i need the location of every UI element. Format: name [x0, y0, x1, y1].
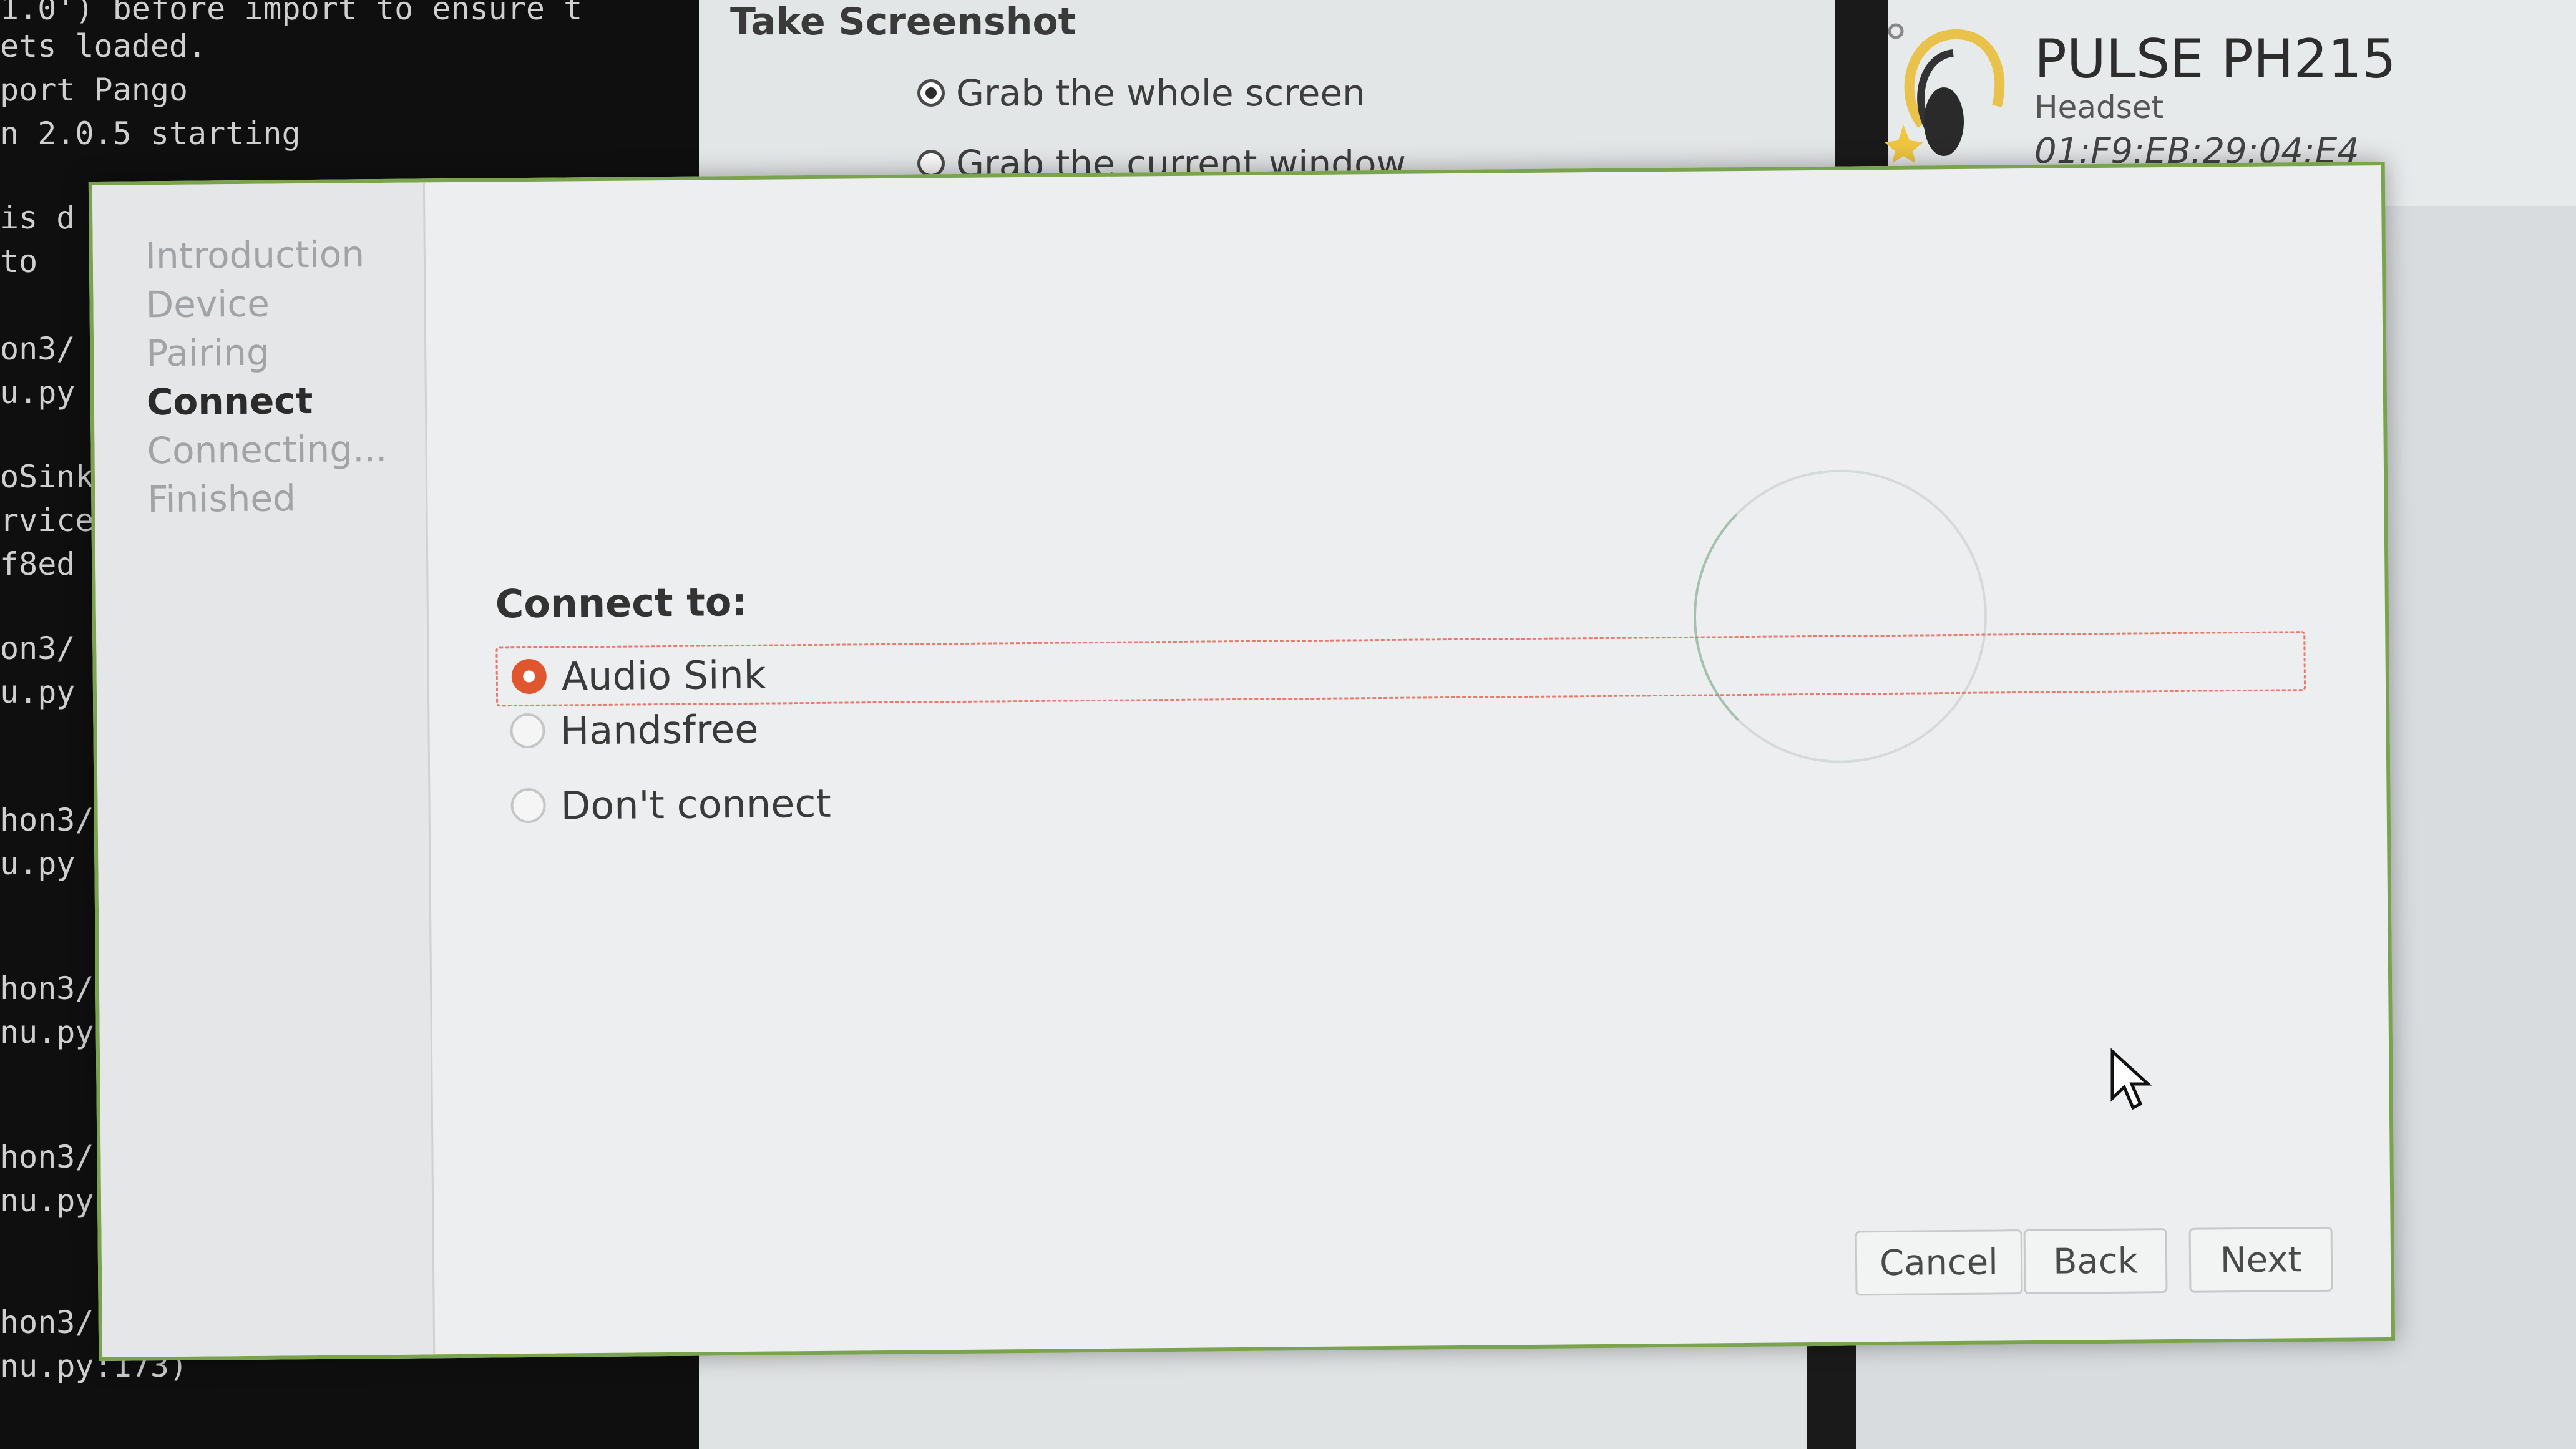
radio-icon[interactable]	[917, 150, 945, 177]
terminal-line: is d	[0, 200, 76, 236]
terminal-line: 1.0') before import to ensure t	[0, 0, 583, 27]
terminal-line: hon3/	[0, 802, 94, 838]
device-name: PULSE PH215	[2034, 28, 2396, 90]
option-audio-sink-label: Audio Sink	[561, 651, 766, 700]
radio-icon[interactable]	[917, 79, 945, 107]
terminal-line: hon3/	[0, 1139, 94, 1175]
step-connecting: Connecting...	[147, 427, 388, 472]
terminal-line: u.py	[0, 374, 76, 411]
terminal-line: f8ed	[0, 546, 76, 582]
mouse-pointer-icon	[2110, 1048, 2152, 1110]
terminal-line: u.py	[0, 846, 76, 882]
step-finished: Finished	[147, 477, 296, 521]
option-handsfree-label: Handsfree	[560, 706, 759, 754]
terminal-line: hon3/	[0, 970, 94, 1007]
grab-whole-screen-label: Grab the whole screen	[956, 72, 1365, 114]
step-introduction: Introduction	[145, 233, 365, 278]
back-button[interactable]: Back	[2023, 1228, 2168, 1295]
terminal-line: ets loaded.	[0, 28, 207, 64]
terminal-line: port Pango	[0, 72, 188, 108]
terminal-line: to	[0, 243, 38, 280]
terminal-line: oSink	[0, 459, 94, 495]
cancel-button[interactable]: Cancel	[1855, 1229, 2023, 1296]
window-gap	[1807, 1342, 1856, 1449]
grab-whole-screen-option[interactable]: Grab the whole screen	[917, 72, 1365, 114]
wizard-steps-sidebar: Introduction Device Pairing Connect Conn…	[92, 182, 436, 1357]
terminal-line: on3/	[0, 630, 76, 666]
terminal-line: u.py	[0, 674, 76, 710]
terminal-line: nu.py	[0, 1183, 94, 1219]
step-pairing: Pairing	[145, 331, 270, 375]
terminal-line: hon3/	[0, 1304, 94, 1340]
background-window-edge	[699, 1342, 1810, 1449]
terminal-line: nu.py	[0, 1014, 94, 1050]
bluetooth-setup-wizard: Introduction Device Pairing Connect Conn…	[88, 161, 2396, 1362]
loading-spinner-icon	[1692, 468, 1989, 764]
take-screenshot-title: Take Screenshot	[730, 0, 1076, 44]
step-device: Device	[145, 282, 270, 326]
terminal-line: rvice	[0, 502, 94, 539]
radio-icon[interactable]	[510, 788, 546, 824]
terminal-line: on3/	[0, 331, 76, 367]
option-dont-connect-label: Don't connect	[560, 780, 832, 829]
connect-to-label: Connect to:	[495, 578, 748, 627]
radio-selected-icon[interactable]	[511, 658, 547, 695]
device-type: Headset	[2034, 89, 2164, 125]
radio-icon[interactable]	[510, 713, 545, 749]
step-connect: Connect	[146, 379, 313, 424]
next-button[interactable]: Next	[2188, 1226, 2333, 1293]
option-dont-connect[interactable]: Don't connect	[497, 760, 2307, 836]
terminal-line: n 2.0.5 starting	[0, 115, 301, 152]
headset-icon	[1885, 23, 2005, 162]
